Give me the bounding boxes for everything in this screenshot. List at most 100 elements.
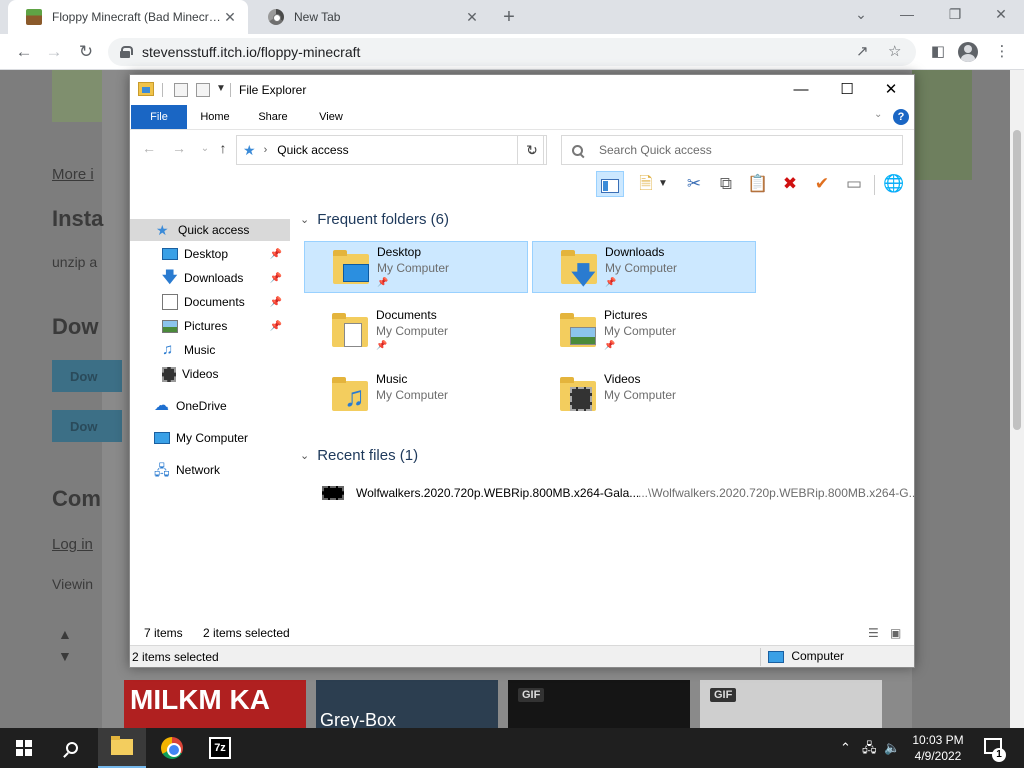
forward-arrow-icon[interactable]: → [170,140,188,156]
up-arrow-icon[interactable]: ↑ [214,140,232,156]
explorer-title-bar[interactable]: ▼ File Explorer — ☐ ✕ [130,75,914,105]
paste-icon[interactable]: 📋 [744,171,772,197]
folder-tile-pictures[interactable]: Pictures My Computer 📌 [532,305,756,357]
more-info-link[interactable]: More i [52,166,94,183]
content-area: ⌄ Frequent folders (6) Desktop My Comput… [292,205,919,625]
close-icon[interactable]: ✕ [868,75,914,105]
checkmark-icon[interactable]: ✔ [808,171,836,197]
sidebar-item-network[interactable]: 🖧 Network [130,459,290,481]
sidebar-item-videos[interactable]: Videos [130,363,290,385]
folder-location: My Computer [376,388,449,402]
tab-file[interactable]: File [131,105,187,129]
tab-share[interactable]: Share [248,105,298,129]
maximize-icon[interactable]: ☐ [824,75,870,105]
new-tab-button[interactable]: + [498,6,520,29]
close-icon[interactable]: ✕ [222,9,238,26]
reload-icon[interactable]: ↻ [74,40,98,64]
page-scrollbar[interactable] [1010,70,1024,728]
share-icon[interactable]: ↗ [856,38,869,66]
back-arrow-icon[interactable]: ← [140,140,158,156]
folder-location: My Computer [605,261,678,275]
show-hidden-icons-chevron-icon[interactable]: ⌃ [840,728,851,768]
tab-home[interactable]: Home [190,105,240,129]
folder-tile-documents[interactable]: Documents My Computer 📌 [304,305,528,357]
new-folder-icon[interactable] [196,83,210,97]
sidebar-item-documents[interactable]: Documents 📌 [130,291,290,313]
collapse-chevron-icon[interactable]: ⌄ [300,449,309,462]
bookmark-star-icon[interactable]: ☆ [888,38,901,66]
network-globe-icon[interactable]: 🌐 [880,171,908,197]
network-status-icon[interactable]: 🖧 [862,728,877,768]
restore-icon[interactable]: ❐ [932,6,978,23]
tab-floppy-minecraft[interactable]: Floppy Minecraft (Bad Minecraft ✕ [8,0,248,34]
close-icon[interactable]: ✕ [464,9,480,26]
new-item-dropdown-icon[interactable]: ▼ [656,171,670,197]
recent-file-row[interactable]: Wolfwalkers.2020.720p.WEBRip.800MB.x264-… [322,483,919,503]
scrollbar-thumb[interactable] [1013,130,1021,430]
sidebar-item-pictures[interactable]: Pictures 📌 [130,315,290,337]
download-button[interactable]: Dow [52,360,122,392]
folder-tile-music[interactable]: ♫ Music My Computer [304,369,528,421]
taskbar-file-explorer[interactable] [98,728,146,768]
thumbnail-milkman[interactable]: MILKM KA [124,680,306,728]
login-link[interactable]: Log in [52,536,93,553]
recent-locations-chevron-icon[interactable]: ⌄ [196,143,214,154]
sidebar-item-downloads[interactable]: 🡇 Downloads 📌 [130,267,290,289]
sidebar-item-onedrive[interactable]: ☁ OneDrive [130,395,290,417]
customize-toolbar-chevron-icon[interactable]: ▼ [216,83,226,94]
large-icons-view-icon[interactable]: ▣ [890,626,901,640]
minimize-icon[interactable]: — [778,75,824,105]
folder-tile-videos[interactable]: Videos My Computer [532,369,756,421]
details-view-icon[interactable]: ☰ [868,626,879,640]
navigation-pane-button[interactable] [596,171,624,197]
delete-icon[interactable]: ✖ [776,171,804,197]
search-button[interactable] [48,728,96,768]
rename-icon[interactable]: ▭ [840,171,868,197]
address-bar[interactable]: stevensstuff.itch.io/floppy-minecraft ↗ … [108,38,916,66]
thumbnail-label: MILKM KA [130,684,270,715]
refresh-button[interactable]: ↻ [517,135,547,165]
forward-arrow-icon[interactable]: → [42,40,66,64]
back-arrow-icon[interactable]: ← [12,40,36,64]
menu-kebab-icon[interactable]: ⋮ [990,40,1014,64]
sidebar-item-music[interactable]: ♫ Music [130,339,290,361]
breadcrumb-chevron-icon[interactable]: › [264,144,268,156]
download-button-2[interactable]: Dow [52,410,122,442]
address-bar[interactable]: ★ › Quick access ⌄ [236,135,544,165]
profile-button[interactable] [956,40,980,64]
taskbar-chrome[interactable] [148,728,196,768]
minimize-icon[interactable]: — [884,6,930,22]
chevron-down-icon[interactable]: ⌄ [838,6,884,23]
close-window-icon[interactable]: ✕ [978,6,1024,23]
start-button[interactable] [0,728,48,768]
upvote-arrow-icon[interactable]: ▲ [58,626,72,642]
recent-files-header[interactable]: ⌄ Recent files (1) [300,447,418,464]
folder-tile-desktop[interactable]: Desktop My Computer 📌 [304,241,528,293]
tab-new-tab[interactable]: New Tab ✕ [250,0,490,34]
system-clock[interactable]: 10:03 PM 4/9/2022 [898,732,978,764]
side-panel-icon[interactable]: ◧ [926,40,950,64]
downvote-arrow-icon[interactable]: ▼ [58,648,72,664]
help-icon[interactable]: ? [893,109,909,125]
collapse-chevron-icon[interactable]: ⌄ [300,213,309,226]
thumbnail-gif-1[interactable]: GIF [508,680,690,728]
viewing-text: Viewin [52,576,93,592]
expand-ribbon-chevron-icon[interactable]: ⌄ [874,109,882,120]
taskbar-7zip[interactable]: 7z [196,728,244,768]
cut-icon[interactable]: ✂ [680,171,708,197]
sidebar-item-desktop[interactable]: Desktop 📌 [130,243,290,265]
lock-icon[interactable] [120,46,133,58]
star-icon: ★ [156,222,169,238]
tab-view[interactable]: View [306,105,356,129]
sidebar-item-quick-access[interactable]: ★ Quick access [130,219,290,241]
folder-tile-downloads[interactable]: 🡇 Downloads My Computer 📌 [532,241,756,293]
thumbnail-gif-2[interactable]: GIF [700,680,882,728]
properties-icon[interactable] [174,83,188,97]
search-input[interactable]: Search Quick access [561,135,903,165]
copy-icon[interactable]: ⧉ [712,171,740,197]
document-icon [162,294,178,310]
folder-name: Music [376,372,408,386]
thumbnail-greybox[interactable]: Grey-Box [316,680,498,728]
sidebar-item-my-computer[interactable]: My Computer [130,427,290,449]
frequent-folders-header[interactable]: ⌄ Frequent folders (6) [300,211,449,228]
